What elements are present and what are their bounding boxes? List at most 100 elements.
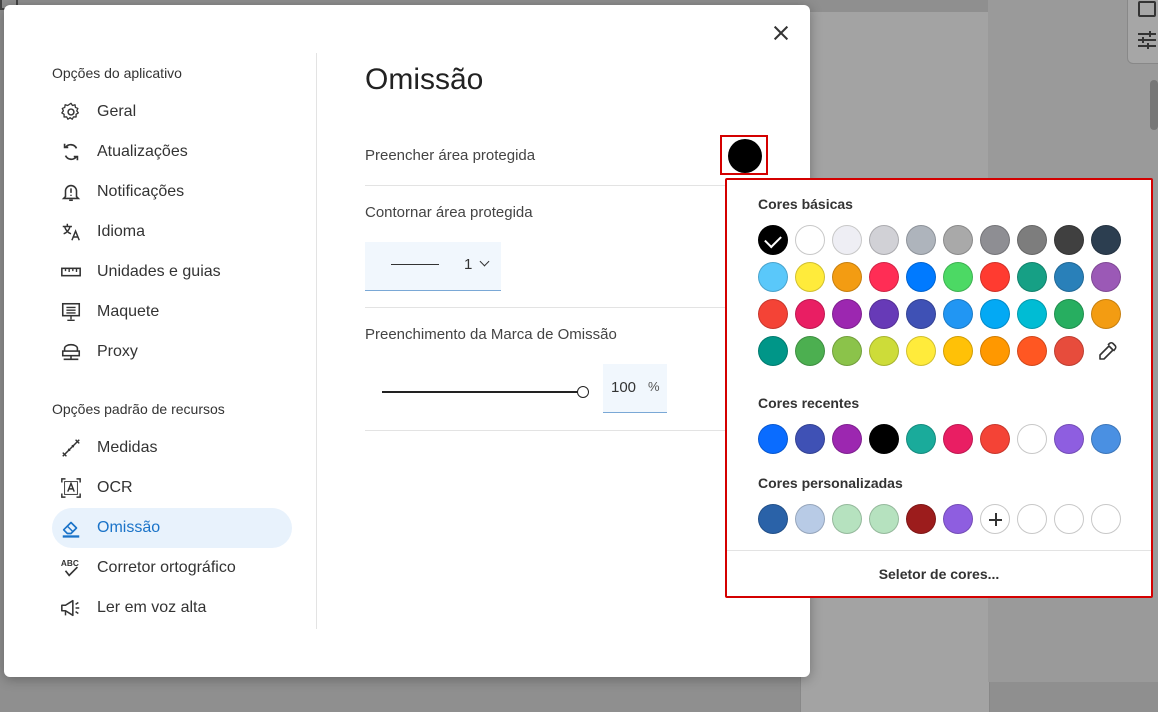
basic-color-swatch[interactable] — [906, 336, 936, 366]
basic-color-swatch[interactable] — [758, 336, 788, 366]
basic-color-swatch[interactable] — [869, 336, 899, 366]
recent-color-swatch[interactable] — [943, 424, 973, 454]
sidebar-item-label: Notificações — [97, 183, 185, 200]
basic-color-swatch[interactable] — [758, 262, 788, 292]
sidebar-item-label: Maquete — [97, 303, 160, 320]
sidebar-item-ler-voz-alta[interactable]: Ler em voz alta — [52, 588, 292, 628]
opacity-slider-thumb[interactable] — [577, 386, 589, 398]
basic-color-swatch[interactable] — [869, 225, 899, 255]
basic-color-swatch[interactable] — [1054, 262, 1084, 292]
recent-colors-title: Cores recentes — [758, 395, 860, 411]
close-button[interactable] — [770, 22, 792, 44]
basic-color-swatch[interactable] — [943, 299, 973, 329]
basic-color-swatch[interactable] — [758, 299, 788, 329]
divider — [365, 185, 765, 186]
empty-custom-slot[interactable] — [1017, 504, 1047, 534]
sidebar-item-maquete[interactable]: Maquete — [52, 292, 292, 332]
sidebar-item-ocr[interactable]: OCR — [52, 468, 292, 508]
sidebar-item-medidas[interactable]: Medidas — [52, 428, 292, 468]
recent-color-swatch[interactable] — [1017, 424, 1047, 454]
basic-color-swatch[interactable] — [980, 336, 1010, 366]
sidebar-item-unidades[interactable]: Unidades e guias — [52, 252, 292, 292]
monitor-icon — [59, 300, 83, 324]
opacity-slider-track[interactable] — [382, 391, 580, 393]
sidebar-item-idioma[interactable]: Idioma — [52, 212, 292, 252]
basic-color-swatch[interactable] — [1054, 336, 1084, 366]
custom-color-swatch[interactable] — [906, 504, 936, 534]
sliders-icon[interactable] — [1136, 29, 1158, 51]
recent-color-swatch[interactable] — [1091, 424, 1121, 454]
sidebar-divider — [316, 53, 317, 629]
panel-icon[interactable] — [1138, 1, 1156, 17]
recent-color-swatch[interactable] — [795, 424, 825, 454]
basic-color-swatch[interactable] — [758, 225, 788, 255]
basic-color-swatch[interactable] — [1054, 225, 1084, 255]
basic-color-swatch[interactable] — [943, 262, 973, 292]
basic-color-swatch[interactable] — [980, 225, 1010, 255]
sidebar-item-corretor[interactable]: ABC Corretor ortográfico — [52, 548, 292, 588]
basic-color-swatch[interactable] — [832, 299, 862, 329]
recent-color-swatch[interactable] — [758, 424, 788, 454]
custom-color-swatch[interactable] — [795, 504, 825, 534]
custom-colors-title: Cores personalizadas — [758, 475, 903, 491]
empty-custom-slot[interactable] — [1091, 504, 1121, 534]
eraser-icon — [59, 516, 83, 540]
opacity-input[interactable]: 100 % — [603, 364, 667, 413]
proxy-icon — [59, 340, 83, 364]
add-custom-color-button[interactable] — [980, 504, 1010, 534]
sidebar-item-atualizacoes[interactable]: Atualizações — [52, 132, 292, 172]
basic-color-swatch[interactable] — [869, 299, 899, 329]
basic-color-swatch[interactable] — [869, 262, 899, 292]
sidebar-item-label: Omissão — [97, 519, 161, 536]
basic-color-swatch[interactable] — [906, 262, 936, 292]
sidebar-item-geral[interactable]: Geral — [52, 92, 292, 132]
basic-color-swatch[interactable] — [795, 262, 825, 292]
basic-color-swatch[interactable] — [1091, 262, 1121, 292]
fill-color-swatch — [728, 139, 762, 173]
basic-color-swatch[interactable] — [795, 299, 825, 329]
recent-color-swatch[interactable] — [869, 424, 899, 454]
custom-color-swatch[interactable] — [758, 504, 788, 534]
basic-color-swatch[interactable] — [832, 336, 862, 366]
sidebar-item-proxy[interactable]: Proxy — [52, 332, 292, 372]
fill-color-button[interactable] — [720, 135, 768, 175]
recent-color-swatch[interactable] — [906, 424, 936, 454]
basic-color-swatch[interactable] — [943, 225, 973, 255]
basic-color-swatch[interactable] — [980, 299, 1010, 329]
custom-color-swatch[interactable] — [869, 504, 899, 534]
scrollbar[interactable] — [1150, 80, 1158, 130]
custom-color-swatch[interactable] — [943, 504, 973, 534]
basic-color-swatch[interactable] — [1091, 225, 1121, 255]
basic-color-swatch[interactable] — [1017, 225, 1047, 255]
basic-color-swatch[interactable] — [1054, 299, 1084, 329]
fill-area-label: Preencher área protegida — [365, 147, 536, 164]
eyedropper-icon[interactable] — [1095, 340, 1119, 364]
basic-color-swatch[interactable] — [795, 225, 825, 255]
chevron-down-icon — [479, 256, 490, 267]
sidebar-item-omissao[interactable]: Omissão — [52, 508, 292, 548]
ocr-icon — [59, 476, 83, 500]
basic-color-swatch[interactable] — [980, 262, 1010, 292]
custom-color-swatch[interactable] — [832, 504, 862, 534]
basic-colors-title: Cores básicas — [758, 196, 853, 212]
basic-color-swatch[interactable] — [943, 336, 973, 366]
basic-color-swatch[interactable] — [832, 262, 862, 292]
color-selector-button[interactable]: Seletor de cores... — [727, 566, 1151, 582]
empty-custom-slot[interactable] — [1054, 504, 1084, 534]
basic-color-swatch[interactable] — [1017, 299, 1047, 329]
sidebar-item-label: Medidas — [97, 439, 158, 456]
basic-color-swatch[interactable] — [906, 299, 936, 329]
basic-color-swatch[interactable] — [832, 225, 862, 255]
stroke-width-dropdown[interactable]: 1 — [365, 242, 501, 291]
recent-color-swatch[interactable] — [1054, 424, 1084, 454]
basic-color-swatch[interactable] — [1091, 299, 1121, 329]
basic-color-swatch[interactable] — [906, 225, 936, 255]
sidebar-item-notificacoes[interactable]: Notificações — [52, 172, 292, 212]
recent-color-swatch[interactable] — [832, 424, 862, 454]
basic-color-swatch[interactable] — [1017, 336, 1047, 366]
recent-color-swatch[interactable] — [980, 424, 1010, 454]
basic-color-swatch[interactable] — [1017, 262, 1047, 292]
basic-color-swatch[interactable] — [795, 336, 825, 366]
outline-area-label: Contornar área protegida — [365, 204, 533, 221]
sidebar-item-label: Atualizações — [97, 143, 188, 160]
